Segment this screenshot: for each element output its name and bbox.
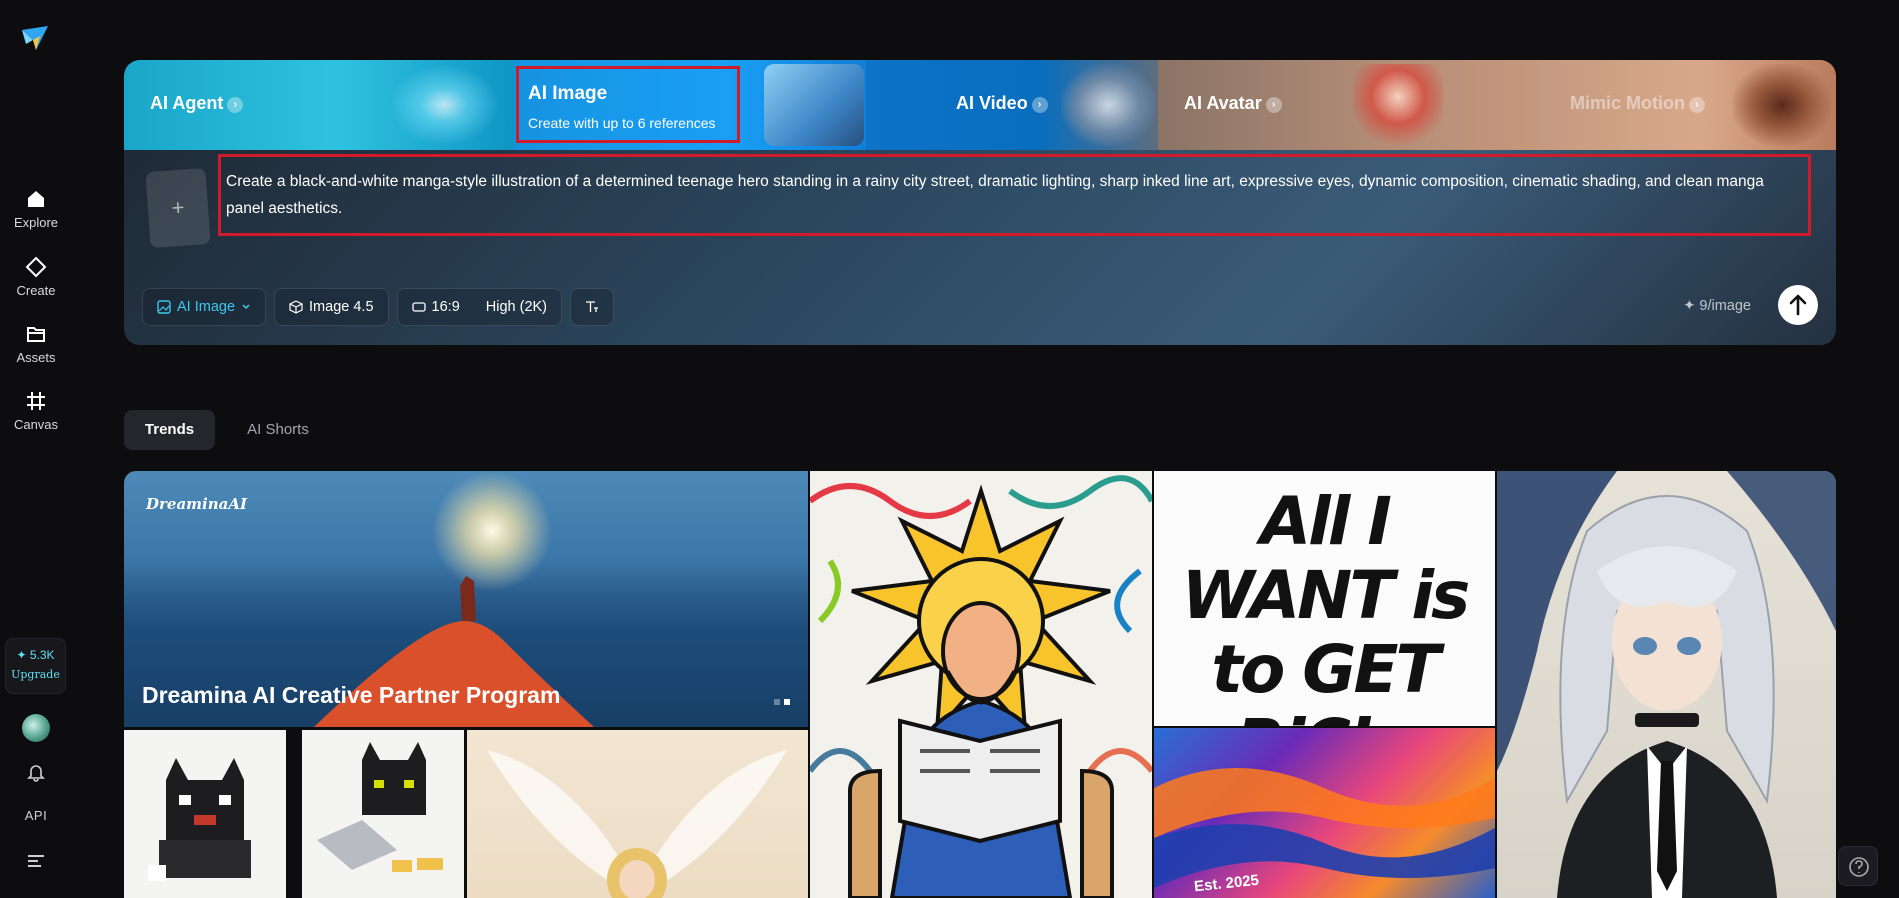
help-button[interactable] (1838, 846, 1878, 886)
credits-count: ✦ 5.3K (16, 648, 55, 662)
gallery-item-anime-girl[interactable] (1497, 471, 1836, 898)
gallery-item-pixel-cat[interactable] (124, 730, 286, 898)
carousel-dots[interactable] (774, 699, 790, 705)
add-reference-button[interactable]: + (145, 167, 211, 249)
mode-select-label: AI Image (177, 299, 236, 315)
nav-canvas[interactable]: Canvas (0, 390, 72, 434)
folder-icon (27, 327, 45, 342)
image-icon (157, 300, 171, 314)
tab-ai-shorts[interactable]: AI Shorts (232, 410, 324, 450)
nav-assets-label: Assets (16, 350, 56, 365)
model-select[interactable]: Image 4.5 (274, 288, 389, 326)
tab-ai-agent-label: AI Agent (150, 93, 224, 113)
cube-icon (289, 300, 303, 314)
text-format-icon (586, 301, 599, 312)
nav-create-label: Create (16, 283, 56, 298)
bell-icon[interactable] (26, 762, 46, 782)
carousel-dot-active[interactable] (784, 699, 790, 705)
gallery-item-pixel-cat-laptop[interactable] (302, 730, 464, 898)
gallery-item-typography[interactable]: All I WANT is to GET RiCh. (1154, 471, 1495, 726)
ai-avatar-artwork (1353, 64, 1443, 146)
arrow-up-icon (1789, 294, 1807, 316)
gallery-item-abstract-waves[interactable]: Est. 2025 (1154, 728, 1495, 898)
abstract-waves-illustration (1154, 768, 1495, 888)
generate-button[interactable] (1778, 285, 1818, 325)
home-icon (28, 191, 44, 207)
mode-tabs: AI Agent › AI Video › AI Avatar › Mimic Mot… (124, 60, 1836, 150)
pixel-cat-illustration (148, 758, 251, 881)
ai-video-artwork (1061, 64, 1156, 146)
tab-mimic-motion-title: Mimic Motion › (1570, 93, 1705, 114)
tab-ai-video[interactable]: AI Video › (866, 60, 1158, 150)
upgrade-button[interactable]: ✦ 5.3K Upgrade (5, 638, 66, 694)
api-link[interactable]: API (0, 808, 72, 823)
upgrade-label: Upgrade (11, 668, 60, 681)
create-panel: AI Agent › AI Video › AI Avatar › Mimic Mot… (124, 60, 1836, 345)
aspect-ratio-icon (411, 302, 426, 312)
tab-ai-avatar-label: AI Avatar (1184, 93, 1262, 113)
quality-label: High (2K) (485, 299, 548, 315)
partner-program-banner[interactable]: DreaminaAI Dreamina AI Creative Partner … (124, 471, 808, 727)
ratio-quality-select[interactable]: 16:9 High (2K) (396, 288, 563, 326)
tab-ai-video-label: AI Video (956, 93, 1028, 113)
selected-tab-ai-image[interactable]: AI Image Create with up to 6 references (516, 66, 740, 143)
tab-trends[interactable]: Trends (124, 410, 215, 450)
chevron-right-icon: › (1689, 97, 1705, 113)
sidebar: Explore Create Assets Canvas ✦ 5.3K Upgr… (0, 0, 72, 898)
tab-ai-avatar-title: AI Avatar › (1184, 93, 1282, 114)
typography-text: All I WANT is to GET RiCh. (1181, 483, 1471, 727)
gallery-item-newspaper-man[interactable] (810, 471, 1152, 898)
menu-icon[interactable] (27, 853, 45, 869)
tab-ai-avatar[interactable]: AI Avatar › (1158, 60, 1538, 150)
ai-agent-artwork (389, 64, 499, 146)
tab-ai-agent[interactable]: AI Agent › (124, 60, 514, 150)
ai-image-artwork (764, 64, 864, 146)
chevron-right-icon: › (1265, 97, 1282, 113)
dreamina-logo-icon[interactable] (20, 24, 50, 54)
avatar[interactable] (22, 714, 50, 742)
pixel-cat-laptop-illustration (317, 742, 443, 872)
banner-title: Dreamina AI Creative Partner Program (142, 682, 561, 708)
generation-controls: AI Image Image 4.5 16:9 High (2K) (142, 288, 615, 326)
dreamina-brand-label: DreaminaAI (146, 495, 248, 513)
ai-image-title: AI Image (528, 83, 608, 104)
canvas-icon (27, 392, 45, 410)
newspaper-man-illustration (810, 475, 1152, 898)
tab-ai-agent-title: AI Agent › (150, 93, 244, 114)
nav-explore[interactable]: Explore (0, 188, 72, 232)
tab-mimic-motion[interactable]: Mimic Motion › (1538, 60, 1836, 150)
prompt-area: + Create a black-and-white manga-style i… (124, 150, 1836, 345)
chevron-down-icon (242, 304, 250, 310)
cost-per-image: ✦ 9/image (1683, 298, 1751, 314)
prompt-input[interactable]: Create a black-and-white manga-style ill… (218, 154, 1811, 236)
nav-explore-label: Explore (13, 215, 59, 230)
tab-ai-video-title: AI Video › (956, 93, 1048, 114)
question-icon (1849, 857, 1869, 877)
text-style-button[interactable] (570, 288, 615, 326)
trends-gallery: DreaminaAI Dreamina AI Creative Partner … (124, 471, 1836, 898)
ai-image-subtitle: Create with up to 6 references (528, 115, 716, 131)
ratio-label: 16:9 (431, 299, 460, 315)
nav-canvas-label: Canvas (13, 417, 59, 432)
mimic-motion-artwork (1733, 64, 1831, 146)
carousel-dot[interactable] (774, 699, 780, 705)
mode-select[interactable]: AI Image (142, 288, 267, 326)
chevron-right-icon: › (227, 97, 244, 113)
model-select-label: Image 4.5 (309, 299, 374, 315)
tab-mimic-motion-label: Mimic Motion (1570, 93, 1685, 113)
nav-assets[interactable]: Assets (0, 323, 72, 367)
gallery-item-angel[interactable] (467, 730, 808, 898)
anime-girl-illustration (1497, 471, 1836, 898)
diamond-icon (25, 256, 47, 278)
chevron-right-icon: › (1031, 97, 1048, 113)
nav-create[interactable]: Create (0, 256, 72, 300)
angel-illustration (487, 750, 787, 898)
